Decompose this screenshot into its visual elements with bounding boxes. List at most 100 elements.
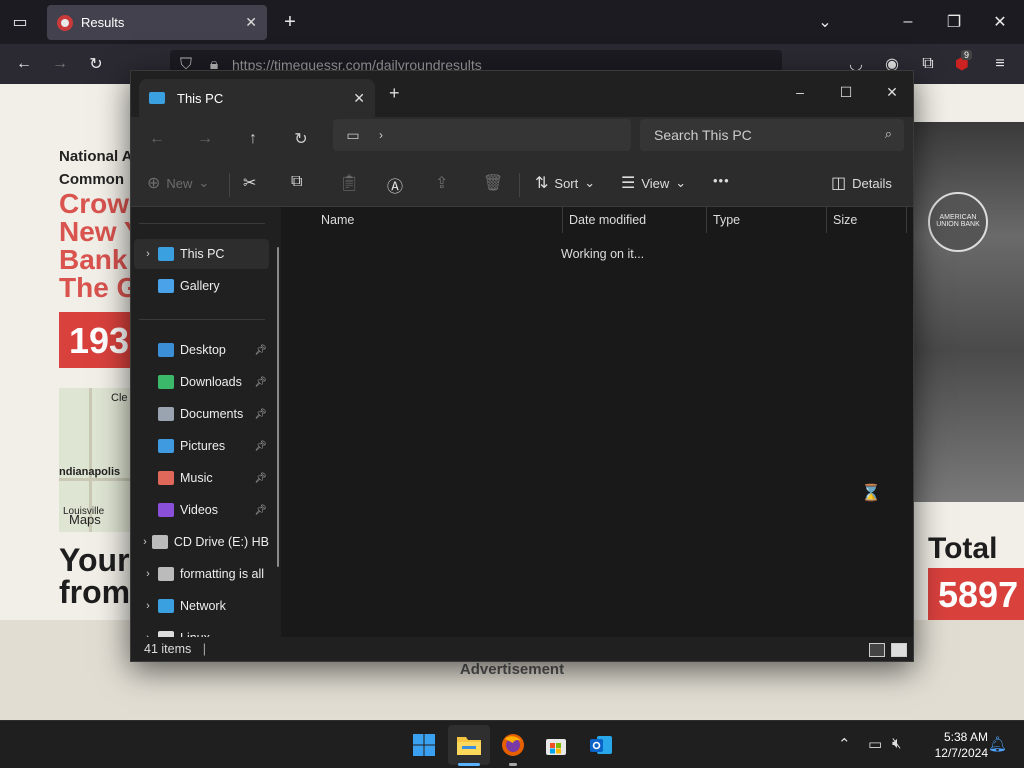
- folder-icon: [457, 737, 481, 755]
- delete-button[interactable]: 🗑︎: [483, 173, 503, 193]
- map-preview[interactable]: Cle ndianapolis Louisville Maps: [59, 388, 131, 532]
- clock-time: 5:38 AM: [943, 730, 988, 744]
- sidebar-item-desktop[interactable]: Desktop 📌︎: [134, 335, 269, 365]
- explorer-new-tab-button[interactable]: +: [389, 83, 400, 104]
- pin-icon: 📌︎: [254, 376, 267, 388]
- sidebar-item-music[interactable]: Music 📌︎: [134, 463, 269, 493]
- notification-bell-icon[interactable]: 🔔︎: [988, 735, 1007, 753]
- column-header-name[interactable]: Name: [315, 207, 563, 233]
- total-score: 5897: [928, 568, 1024, 620]
- chevron-right-icon[interactable]: ›: [138, 248, 158, 260]
- menu-icon[interactable]: ≡: [988, 52, 1012, 76]
- chevron-down-icon[interactable]: ⌄: [813, 10, 837, 34]
- column-header-date-modified[interactable]: Date modified: [563, 207, 707, 233]
- total-label: Total: [928, 532, 998, 565]
- this-pc-icon: [158, 247, 174, 261]
- sidebar-item-network[interactable]: › Network: [134, 591, 269, 621]
- browser-tab-bar: ▭ Results ✕ + ⌄ – ❐ ✕: [0, 0, 1024, 44]
- share-button[interactable]: ⇪: [435, 173, 448, 193]
- rename-button[interactable]: Ⓐ: [387, 173, 403, 197]
- explorer-tab-this-pc[interactable]: This PC ✕: [139, 79, 375, 117]
- close-tab-icon[interactable]: ✕: [245, 14, 257, 31]
- up-arrow-icon[interactable]: ↑: [241, 127, 265, 151]
- view-button[interactable]: ☰ View ⌄: [621, 173, 686, 193]
- sidebar-item-pictures[interactable]: Pictures 📌︎: [134, 431, 269, 461]
- chevron-right-icon[interactable]: ›: [138, 536, 152, 548]
- store-taskbar-button[interactable]: [542, 731, 570, 759]
- volume-muted-icon[interactable]: 🔇︎: [892, 735, 901, 752]
- extensions-icon[interactable]: ⧉: [916, 52, 940, 76]
- sidebar-item-label: CD Drive (E:) HB: [173, 535, 269, 549]
- reload-icon[interactable]: ↻: [84, 52, 108, 76]
- show-hidden-icons-chevron[interactable]: ⌃: [838, 735, 851, 753]
- tab-list-icon[interactable]: ▭: [8, 10, 32, 34]
- network-monitor-icon[interactable]: ▭: [868, 735, 882, 753]
- sort-button[interactable]: ⇅ Sort ⌄: [535, 173, 595, 193]
- network-icon: [158, 599, 174, 613]
- sidebar-item-gallery[interactable]: Gallery: [134, 271, 269, 301]
- windows-logo-icon: [413, 734, 435, 756]
- trash-icon: 🗑︎: [483, 175, 504, 192]
- details-pane-button[interactable]: ◫ Details: [831, 173, 892, 193]
- system-clock[interactable]: 5:38 AM 12/7/2024: [918, 729, 988, 761]
- copy-button[interactable]: ⧉: [291, 173, 302, 191]
- search-placeholder: Search This PC: [654, 127, 752, 143]
- sidebar-item-videos[interactable]: Videos 📌︎: [134, 495, 269, 525]
- outlook-taskbar-button[interactable]: [587, 731, 615, 759]
- sidebar-item-downloads[interactable]: Downloads 📌︎: [134, 367, 269, 397]
- status-bar: 41 items |: [131, 637, 913, 661]
- close-browser-icon[interactable]: ✕: [988, 10, 1012, 34]
- paste-button[interactable]: 📋︎: [339, 173, 359, 193]
- file-list-pane: Name Date modified Type Size Working on …: [289, 207, 913, 637]
- forward-arrow-icon[interactable]: →: [193, 127, 217, 151]
- file-explorer-window: This PC ✕ + – ☐ ✕ ← → ↑ ↻ ▭ › Search Thi…: [130, 70, 914, 662]
- search-input[interactable]: Search This PC ⌕: [640, 119, 904, 151]
- minimize-icon[interactable]: –: [777, 77, 823, 107]
- new-tab-button[interactable]: +: [278, 10, 302, 34]
- sidebar-item-this-pc[interactable]: › This PC: [134, 239, 269, 269]
- map-label-indianapolis: ndianapolis: [59, 466, 121, 478]
- close-window-icon[interactable]: ✕: [869, 77, 915, 107]
- command-bar: ⊕ New ⌄ ✂ ⧉ 📋︎ Ⓐ ⇪ 🗑︎ ⇅ Sort ⌄ ☰ View ⌄ …: [131, 161, 913, 207]
- close-tab-icon[interactable]: ✕: [353, 90, 365, 107]
- address-field[interactable]: ▭ ›: [333, 119, 631, 151]
- chevron-right-icon[interactable]: ›: [138, 568, 158, 580]
- pictures-icon: [158, 439, 174, 453]
- nav-scrollbar[interactable]: [277, 247, 279, 567]
- view-list-icon: ☰: [621, 175, 636, 192]
- gallery-icon: [158, 279, 174, 293]
- rename-icon: Ⓐ: [387, 179, 404, 196]
- restore-browser-icon[interactable]: ❐: [942, 10, 966, 34]
- file-explorer-taskbar-button[interactable]: [455, 731, 483, 759]
- sidebar-item-cd-drive-e-hb[interactable]: › CD Drive (E:) HB: [134, 527, 269, 557]
- large-icons-view-icon[interactable]: [891, 643, 907, 657]
- maximize-icon[interactable]: ☐: [823, 77, 869, 107]
- back-arrow-icon[interactable]: ←: [12, 52, 36, 76]
- minimize-browser-icon[interactable]: –: [896, 10, 920, 34]
- sidebar-item-formatting-is-all[interactable]: › formatting is all: [134, 559, 269, 589]
- browser-tab-results[interactable]: Results ✕: [47, 5, 267, 40]
- details-pane-icon: ◫: [831, 175, 847, 192]
- refresh-icon[interactable]: ↻: [289, 127, 313, 151]
- taskbar: ⌃ ▭ 🔇︎ 5:38 AM 12/7/2024 🔔︎: [0, 720, 1024, 768]
- chevron-right-icon[interactable]: ›: [369, 123, 393, 147]
- column-header-type[interactable]: Type: [707, 207, 827, 233]
- monitor-icon: ▭: [346, 126, 360, 143]
- sidebar-item-linux[interactable]: ›Linux: [134, 623, 269, 637]
- firefox-taskbar-button[interactable]: [499, 731, 527, 759]
- cut-button[interactable]: ✂: [243, 173, 256, 193]
- start-button[interactable]: [410, 731, 438, 759]
- chevron-right-icon[interactable]: ›: [138, 600, 158, 612]
- page-title-line-4: The G: [59, 272, 139, 303]
- more-options-button[interactable]: •••: [713, 173, 730, 188]
- year-badge: 193: [59, 312, 139, 368]
- pin-icon: 📌︎: [254, 440, 267, 452]
- new-button[interactable]: ⊕ New ⌄: [147, 173, 209, 193]
- column-header-size[interactable]: Size: [827, 207, 907, 233]
- advertisement-label: Advertisement: [459, 661, 565, 678]
- forward-arrow-icon[interactable]: →: [48, 52, 72, 76]
- details-view-icon[interactable]: [869, 643, 885, 657]
- sidebar-item-documents[interactable]: Documents 📌︎: [134, 399, 269, 429]
- back-arrow-icon[interactable]: ←: [145, 127, 169, 151]
- pin-icon: 📌︎: [254, 344, 267, 356]
